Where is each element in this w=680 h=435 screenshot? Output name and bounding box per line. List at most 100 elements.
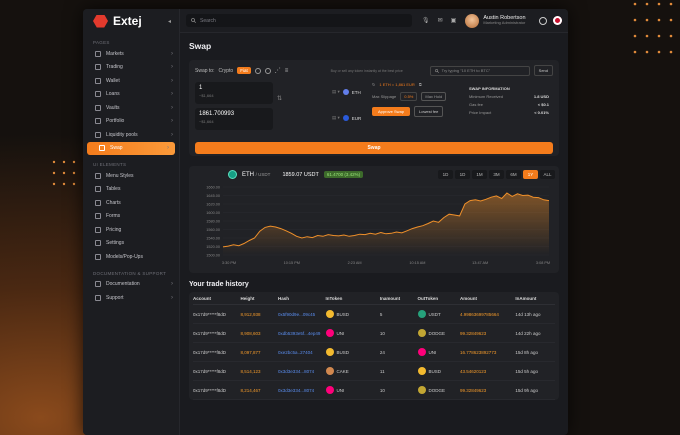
settings-icon [95,240,101,247]
sidebar-item-label: Liquidity pools [106,131,138,138]
timeframe-tab[interactable]: 1D [455,170,470,179]
sidebar-item-charts[interactable]: Charts [83,196,179,210]
table-row[interactable]: 0x17d9*****f8dD 8,908,603 0xdb5393e5f...4e… [193,324,555,343]
sidebar-item-vaults[interactable]: Vaults › [83,101,179,115]
token-icon [417,329,426,337]
from-token-select[interactable]: ▤ ▾ ETH [332,88,362,96]
mode-crypto-tab[interactable]: Crypto [218,68,233,74]
sidebar-item-menu-styles[interactable]: Menu Styles [83,169,179,183]
history-icon[interactable] [264,67,271,74]
collapse-sidebar-icon[interactable]: ◂ [168,18,171,25]
sidebar-item-label: Support [106,294,124,301]
mail-icon[interactable]: ✉ [438,17,443,24]
column-header[interactable]: Hash [278,296,325,301]
lowest-fee-button[interactable]: Lowest fee [414,106,444,117]
swap-direction-icon[interactable]: ⇅ [277,95,282,102]
send-button[interactable]: Send [533,65,553,76]
swap-to-label: Swap to: [195,67,215,74]
chevron-right-icon: › [171,64,173,71]
column-header[interactable]: Account [193,296,240,301]
column-header[interactable]: InToken [326,296,380,301]
amount-cell: 4.99863699785664 [460,311,499,317]
chevron-right-icon: › [171,294,173,301]
column-header[interactable]: Amount [460,296,515,301]
account-cell: 0x17d9*****f8dD [193,349,227,355]
sidebar-item-pricing[interactable]: Pricing [83,223,179,237]
x-tick-label: 3:30 PM [222,261,236,265]
sidebar-item-models-pop-ups[interactable]: Models/Pop-Ups [83,250,179,264]
search-input[interactable]: Search [186,14,412,27]
avatar[interactable] [465,13,480,28]
column-header[interactable]: OutToken [418,296,461,301]
timeframe-tab[interactable]: 3M [489,170,504,179]
height-cell: 8,912,938 [240,311,261,317]
wallet-icon[interactable]: ▣ [451,17,457,24]
timeframe-tab[interactable]: 1M [472,170,487,179]
sidebar-item-wallet[interactable]: Wallet › [83,74,179,88]
sidebar-item-documentation[interactable]: Documentation › [83,278,179,292]
time-cell: 15d 5h ago [515,368,538,374]
sidebar-item-settings[interactable]: Settings [83,237,179,251]
sidebar-item-tables[interactable]: Tables [83,183,179,197]
swap-info: SWAP INFORMATION Minimum Received 1.8 USD… [469,86,549,115]
hash-link[interactable]: 0xdb5393e5f...4ep49 [278,331,325,336]
max-slippage-value[interactable]: 0.5% [400,92,418,101]
inamount-cell: 11 [379,368,385,374]
sidebar-item-portfolio[interactable]: Portfolio › [83,115,179,129]
hash-link[interactable]: 0xe2bc5a..27404 [278,350,325,355]
amount-cell: 16.778623892773 [460,349,497,355]
table-row[interactable]: 0x17d9*****f8dD 8,214,467 0x3d3e334...8074… [193,381,555,400]
to-amount-field[interactable]: 1861.700993 ~$1,664 [195,108,273,130]
in-token-cell: BUSD [325,348,380,356]
table-row[interactable]: 0x17d9*****f8dD 8,514,123 0x3d3e334...8074… [193,362,555,381]
mode-fiat-tab[interactable]: Fiat [237,67,251,74]
language-flag-icon[interactable] [553,16,562,25]
timeframe-tab[interactable]: ALL [540,170,555,179]
swap-info-row: Price Impact < 0.01% [469,110,549,115]
markets-icon [95,50,101,57]
token-icon [325,310,334,318]
copy-icon[interactable]: ⧉ [419,82,422,87]
to-token-select[interactable]: ▤ ▾ EUR [332,114,362,122]
theme-toggle-icon[interactable] [539,16,547,25]
microphone-icon[interactable]: 🎙 [422,17,430,24]
timeframe-tab[interactable]: 1Y [523,170,538,179]
share-icon[interactable]: ⋰ [275,67,281,74]
column-header[interactable]: InAmount [515,296,555,301]
timeframe-tab[interactable]: 1D [438,170,453,179]
hash-link[interactable]: 0x5f90d9e...09c45 [278,312,325,317]
from-amount: 1 [199,85,203,91]
from-token-label: ETH [351,89,361,95]
sidebar-item-liquidity-pools[interactable]: Liquidity pools › [83,128,179,142]
sidebar-item-trading[interactable]: Trading › [83,61,179,75]
table-row[interactable]: 0x17d9*****f8dD 8,097,877 0xe2bc5a..27404 B… [193,343,555,362]
amount-cell: 43.54620123 [460,368,487,374]
sidebar-item-swap[interactable]: Swap › [87,141,175,155]
filter-icon[interactable]: ≡ [285,68,289,74]
token-icon [417,348,426,356]
hash-link[interactable]: 0x3d3e334...8074 [278,369,325,374]
out-token-label: USDT [428,311,441,317]
x-tick-label: 3:08 PM [536,261,550,265]
settings-icon[interactable] [254,67,261,74]
sidebar-item-support[interactable]: Support › [83,291,179,305]
swap-button[interactable]: Swap [195,142,553,154]
account-cell: 0x17d9*****f8dD [193,387,227,393]
sidebar-item-markets[interactable]: Markets › [83,47,179,61]
refresh-icon[interactable]: ↻ [372,82,375,87]
column-header[interactable]: Inamount [380,296,418,301]
command-input[interactable]: Try typing "10 ETH to BTC" [429,65,530,76]
search-icon [191,18,196,23]
hash-link[interactable]: 0x3d3e334...8074 [278,388,325,393]
table-row[interactable]: 0x17d9*****f8dD 8,912,938 0x5f90d9e...09c4… [193,305,555,324]
timeframe-tab[interactable]: 6M [506,170,521,179]
from-amount-field[interactable]: 1 ~$1,664 [195,82,273,104]
user-info[interactable]: Austin Robertson Marketing Administrator [483,15,525,26]
sidebar: Extej ◂ PAGES Markets › Trading › Wallet › Loa… [83,9,180,435]
max-hold-toggle[interactable]: Max Hold [421,92,447,101]
sidebar-item-loans[interactable]: Loans › [83,88,179,102]
swap-info-value: 1.8 USD [533,94,549,99]
column-header[interactable]: Height [240,296,278,301]
approve-swap-button[interactable]: Approve Swap [372,107,411,116]
sidebar-item-forms[interactable]: Forms [83,210,179,224]
